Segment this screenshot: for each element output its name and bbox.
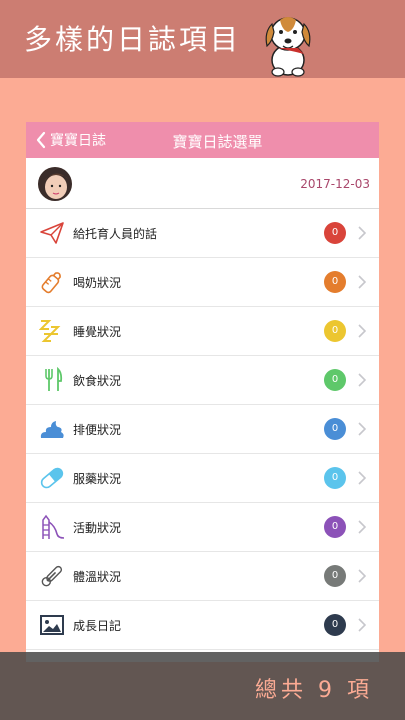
count-badge: 0 <box>324 418 346 440</box>
menu-item-label: 成長日記 <box>73 619 122 633</box>
chevron-right-icon <box>358 373 366 387</box>
total-count-text: 總共 9 項 <box>255 678 373 703</box>
dog-mascot-icon <box>265 17 311 77</box>
menu-item-temperature[interactable]: 體溫狀況 0 <box>26 552 379 601</box>
paper-plane-icon <box>40 222 64 244</box>
thermometer-icon <box>41 565 63 587</box>
menu-item-label: 飲食狀況 <box>73 374 122 388</box>
chevron-right-icon <box>358 226 366 240</box>
menu-item-meals[interactable]: 飲食狀況 0 <box>26 356 379 405</box>
baby-photo <box>38 167 72 201</box>
page-title: 寶寶日誌選單 <box>172 133 263 151</box>
menu-item-label: 喝奶狀況 <box>73 276 122 290</box>
menu-item-milk[interactable]: 喝奶狀況 0 <box>26 258 379 307</box>
log-menu-list: 給托育人員的話 0 喝奶狀況 0 睡覺狀況 0 飲食狀況 0 排便狀況 0 服藥… <box>26 209 379 650</box>
promo-banner: 多樣的日誌項目 <box>0 0 405 78</box>
chevron-right-icon <box>358 275 366 289</box>
chevron-right-icon <box>358 520 366 534</box>
count-badge: 0 <box>324 320 346 342</box>
pill-icon <box>40 467 64 489</box>
slide-icon <box>42 514 65 539</box>
log-date: 2017-12-03 <box>300 177 370 191</box>
menu-item-label: 給托育人員的話 <box>73 227 158 241</box>
count-badge: 0 <box>324 369 346 391</box>
avatar[interactable] <box>38 167 72 201</box>
count-badge: 0 <box>324 565 346 587</box>
menu-item-label: 排便狀況 <box>73 423 122 437</box>
sleep-zzz-icon <box>39 320 61 342</box>
chevron-right-icon <box>358 471 366 485</box>
footer-overlay: 總共 9 項 <box>0 652 405 720</box>
banner-title: 多樣的日誌項目 <box>24 23 242 56</box>
chevron-right-icon <box>358 324 366 338</box>
menu-item-label: 服藥狀況 <box>73 472 122 486</box>
baby-bottle-icon <box>41 272 61 294</box>
menu-item-growth-diary[interactable]: 成長日記 0 <box>26 601 379 650</box>
chevron-right-icon <box>358 422 366 436</box>
menu-item-activity[interactable]: 活動狀況 0 <box>26 503 379 552</box>
menu-item-bowel[interactable]: 排便狀況 0 <box>26 405 379 454</box>
baby-profile-row[interactable]: 2017-12-03 <box>26 158 379 209</box>
count-badge: 0 <box>324 467 346 489</box>
chevron-right-icon <box>358 618 366 632</box>
menu-item-label: 活動狀況 <box>73 521 122 535</box>
fork-knife-icon <box>45 367 63 391</box>
count-badge: 0 <box>324 614 346 636</box>
menu-item-medicine[interactable]: 服藥狀況 0 <box>26 454 379 503</box>
menu-item-label: 睡覺狀況 <box>73 325 122 339</box>
photo-icon <box>40 615 64 635</box>
menu-item-sleep[interactable]: 睡覺狀況 0 <box>26 307 379 356</box>
nav-bar: 寶寶日誌 寶寶日誌選單 <box>26 122 379 158</box>
count-badge: 0 <box>324 271 346 293</box>
chevron-right-icon <box>358 569 366 583</box>
count-badge: 0 <box>324 222 346 244</box>
app-screen: 寶寶日誌 寶寶日誌選單 2017-12-03 給托育人員的話 0 喝奶狀況 0 … <box>26 122 379 662</box>
count-badge: 0 <box>324 516 346 538</box>
menu-item-label: 體溫狀況 <box>73 570 122 584</box>
menu-item-caregiver-message[interactable]: 給托育人員的話 0 <box>26 209 379 258</box>
poop-icon <box>40 421 64 438</box>
